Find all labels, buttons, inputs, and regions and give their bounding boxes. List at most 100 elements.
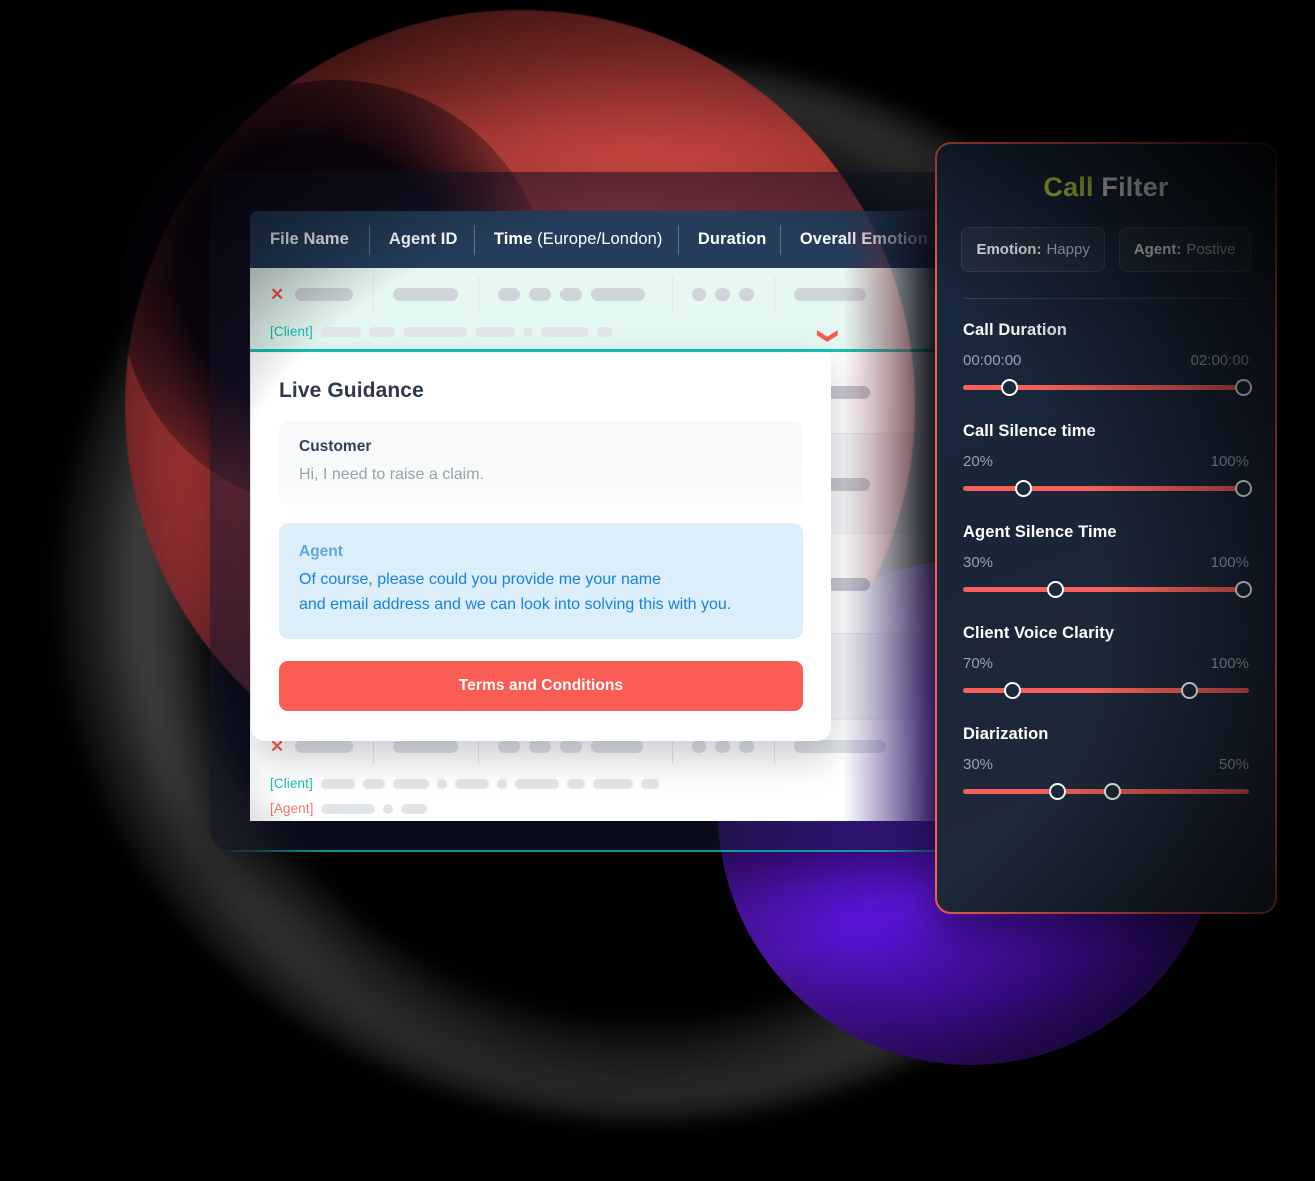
column-header-label: File Name <box>270 230 349 248</box>
placeholder-bar <box>295 287 354 301</box>
placeholder-bar <box>739 287 754 301</box>
close-icon[interactable]: ✕ <box>270 286 284 303</box>
slider-rail <box>963 587 1249 592</box>
placeholder-bar <box>498 287 521 301</box>
column-header-overall-emotion[interactable]: Overall Emotion <box>780 230 940 249</box>
filter-chip-agent[interactable]: Agent: Postive <box>1118 227 1251 272</box>
filter-divider <box>963 298 1249 299</box>
speaker-label-client: [Client] <box>270 324 313 339</box>
placeholder-bar <box>436 778 447 789</box>
slider-max-value: 02:00:00 <box>1190 352 1249 369</box>
slider-label: Call Silence time <box>963 422 1096 440</box>
call-filter-title-accent: Call <box>1043 172 1094 202</box>
screenshot-canvas: File Name Agent ID Time (Europe/London) … <box>0 0 1315 1181</box>
placeholder-bar <box>560 287 583 301</box>
column-header-label: Overall Emotion <box>799 230 928 248</box>
placeholder-bar <box>321 803 376 814</box>
slider-knob-min[interactable] <box>1046 581 1064 598</box>
placeholder-bar <box>793 739 886 753</box>
slider-knob-max[interactable] <box>1235 379 1253 396</box>
customer-message-text: Hi, I need to raise a claim. <box>299 466 484 483</box>
placeholder-bar <box>496 778 507 789</box>
live-guidance-card: Live Guidance Customer Hi, I need to rai… <box>251 353 831 742</box>
slider-knob-min[interactable] <box>1003 682 1021 699</box>
column-header-agent-id[interactable]: Agent ID <box>369 230 474 249</box>
slider-min-value: 30% <box>963 554 994 571</box>
placeholder-bar <box>498 739 521 753</box>
placeholder-bar <box>320 326 361 337</box>
slider-min-value: 00:00:00 <box>963 352 1022 369</box>
placeholder-bar <box>691 287 707 301</box>
placeholder-bar <box>383 803 394 814</box>
slider-label: Call Duration <box>963 321 1067 339</box>
call-filter-title-rest: Filter <box>1093 172 1169 202</box>
transcript-line-client: [Client] <box>250 772 940 801</box>
placeholder-bar <box>591 287 646 301</box>
slider-knob-max[interactable] <box>1180 682 1198 699</box>
cell-overall-emotion[interactable] <box>774 268 940 320</box>
cell-file-name[interactable]: ✕ <box>250 268 373 320</box>
agent-message-bubble: Agent Of course, please could you provid… <box>279 522 803 640</box>
placeholder-bar <box>362 778 385 789</box>
placeholder-bar <box>560 739 583 753</box>
slider-call-duration: Call Duration 00:00:00 02:00:00 <box>963 321 1253 396</box>
column-header-label: Time <box>493 230 533 248</box>
slider-label: Agent Silence Time <box>963 523 1117 541</box>
slider-agent-silence-time: Agent Silence Time 30% 100% <box>963 523 1253 598</box>
slider-min-value: 20% <box>963 453 994 470</box>
placeholder-bar <box>393 287 459 301</box>
column-header-label: Agent ID <box>388 230 458 248</box>
slider-knob-min[interactable] <box>1049 783 1067 800</box>
filter-chip-emotion-label: Emotion: <box>976 241 1042 258</box>
slider-max-value: 100% <box>1210 453 1249 470</box>
placeholder-bar <box>640 778 659 789</box>
table-header-row: File Name Agent ID Time (Europe/London) … <box>250 211 940 268</box>
live-guidance-title: Live Guidance <box>279 379 424 402</box>
filter-chip-emotion[interactable]: Emotion: Happy <box>961 227 1105 272</box>
placeholder-bar <box>691 739 707 753</box>
column-header-sublabel: (Europe/London) <box>532 230 663 248</box>
slider-track[interactable] <box>963 580 1253 598</box>
placeholder-bar <box>454 778 489 789</box>
slider-knob-max[interactable] <box>1103 783 1121 800</box>
agent-message-line-2: and email address and we can look into s… <box>299 595 732 613</box>
slider-value-row: 30% 100% <box>963 554 1249 571</box>
placeholder-bar <box>522 326 533 337</box>
slider-knob-max[interactable] <box>1235 480 1253 497</box>
placeholder-bar <box>295 739 354 753</box>
call-filter-title: Call Filter <box>963 172 1249 203</box>
slider-track[interactable] <box>963 681 1249 699</box>
column-header-time[interactable]: Time (Europe/London) <box>474 230 678 249</box>
slider-label: Client Voice Clarity <box>963 624 1115 642</box>
placeholder-bar <box>392 778 429 789</box>
placeholder-bar <box>596 326 613 337</box>
column-header-label: Duration <box>697 230 767 248</box>
slider-knob-max[interactable] <box>1235 581 1253 598</box>
filter-chip-emotion-value: Happy <box>1046 241 1090 258</box>
column-header-file-name[interactable]: File Name <box>250 230 369 249</box>
slider-knob-min[interactable] <box>1000 379 1018 396</box>
placeholder-bar <box>715 287 731 301</box>
placeholder-bar <box>739 739 754 753</box>
cell-time[interactable] <box>478 268 671 320</box>
cell-agent-id[interactable] <box>373 268 478 320</box>
slider-knob-min[interactable] <box>1015 480 1033 497</box>
filter-chip-group: Emotion: Happy Agent: Postive <box>961 227 1251 272</box>
chevron-down-icon[interactable]: ❮ <box>816 328 838 345</box>
speaker-label-client: [Client] <box>270 776 313 791</box>
placeholder-bar <box>592 778 633 789</box>
placeholder-bar <box>540 326 589 337</box>
slider-track[interactable] <box>963 479 1253 497</box>
slider-value-row: 00:00:00 02:00:00 <box>963 352 1249 369</box>
cell-duration[interactable] <box>672 268 774 320</box>
column-header-duration[interactable]: Duration <box>678 230 780 249</box>
terms-and-conditions-button[interactable]: Terms and Conditions <box>279 661 803 712</box>
slider-min-value: 70% <box>963 655 994 672</box>
table-row[interactable]: ✕ <box>250 268 940 352</box>
placeholder-bar <box>401 803 428 814</box>
slider-track[interactable] <box>963 782 1249 800</box>
table-row-cells: ✕ <box>250 268 940 320</box>
placeholder-bar <box>393 739 459 753</box>
transcript-line-agent: [Agent] <box>250 801 940 821</box>
slider-track[interactable] <box>963 378 1253 396</box>
